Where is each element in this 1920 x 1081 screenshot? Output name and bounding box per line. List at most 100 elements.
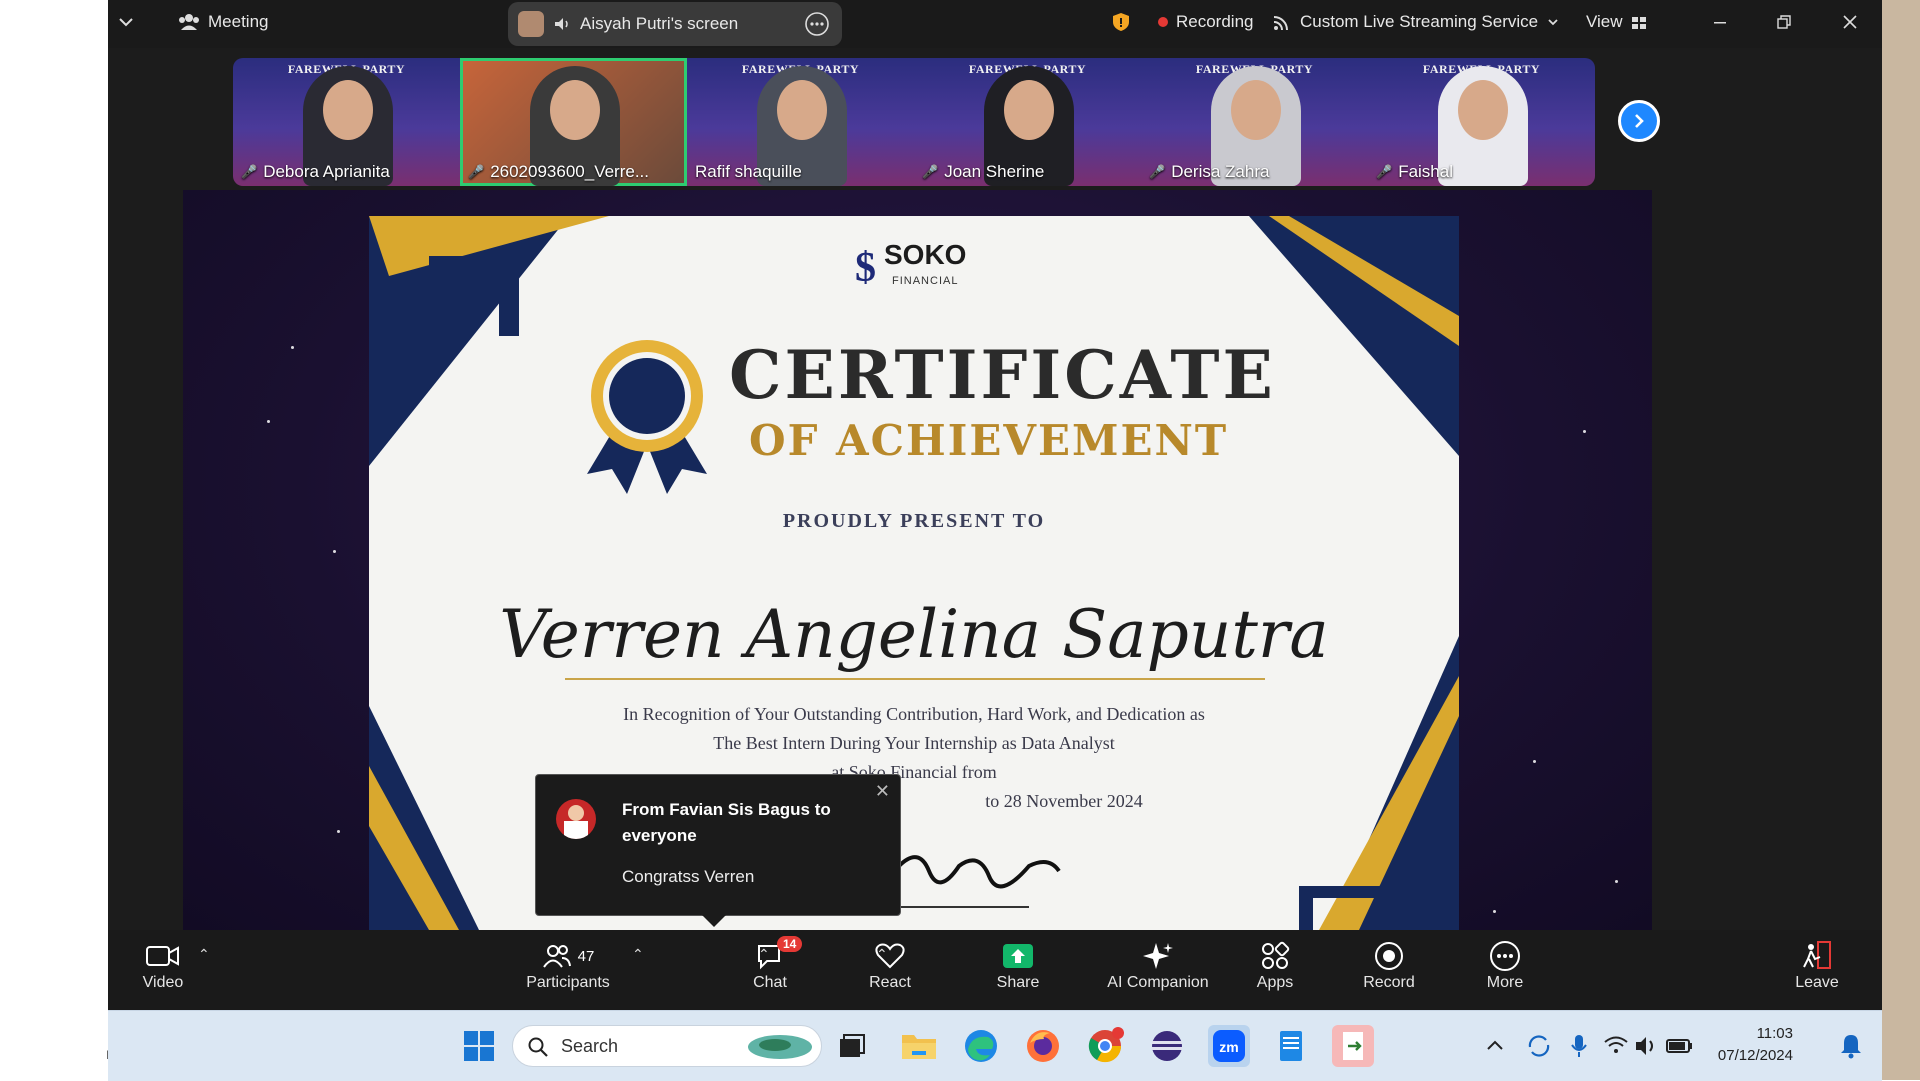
soko-logo-icon: $ bbox=[855, 245, 876, 291]
participant-face bbox=[1004, 80, 1054, 140]
folder-icon bbox=[902, 1035, 936, 1059]
star bbox=[337, 830, 340, 833]
apps-button[interactable]: Apps bbox=[1220, 938, 1330, 1004]
meeting-info-button[interactable]: Meeting bbox=[178, 0, 268, 44]
close-button[interactable] bbox=[1842, 0, 1858, 44]
brand-name: SOKO bbox=[884, 239, 967, 270]
minimize-icon bbox=[1714, 22, 1726, 24]
participant-thumb[interactable]: FAREWELL PARTY 🎤 Debora Aprianita bbox=[233, 58, 460, 186]
meeting-toolbar: Video ⌃ 47 Participants ⌃ 14 Chat ⌃ Reac… bbox=[108, 930, 1882, 1010]
leave-button[interactable]: Leave bbox=[1762, 938, 1872, 1004]
chevron-right-icon bbox=[1635, 114, 1644, 128]
participant-thumb[interactable]: FAREWELL PARTY 🎤 Faishal bbox=[1368, 58, 1595, 186]
live-streaming-indicator[interactable]: Custom Live Streaming Service bbox=[1272, 0, 1560, 44]
award-ribbon-icon bbox=[587, 340, 707, 494]
participants-options-caret[interactable]: ⌃ bbox=[632, 946, 644, 963]
edge-browser-button[interactable] bbox=[960, 1025, 1002, 1067]
shield-icon bbox=[1113, 13, 1129, 31]
chat-button[interactable]: 14 Chat bbox=[715, 936, 825, 1004]
collapse-button[interactable] bbox=[116, 0, 136, 44]
participants-button[interactable]: 47 Participants bbox=[513, 938, 623, 1004]
show-hidden-icons-button[interactable] bbox=[1480, 1025, 1510, 1067]
certificate-subtitle: OF ACHIEVEMENT bbox=[749, 416, 1229, 465]
bell-icon bbox=[1841, 1035, 1861, 1059]
record-label: Record bbox=[1363, 974, 1415, 991]
wifi-tray-button[interactable] bbox=[1602, 1025, 1630, 1067]
close-icon[interactable]: ✕ bbox=[875, 781, 890, 802]
signature bbox=[897, 855, 1061, 889]
next-page-button[interactable] bbox=[1618, 100, 1660, 142]
star bbox=[267, 420, 270, 423]
sync-tray-button[interactable] bbox=[1522, 1025, 1556, 1067]
notepad-button[interactable] bbox=[1270, 1025, 1312, 1067]
share-button[interactable]: Share bbox=[963, 938, 1073, 1004]
participant-name: Rafif shaquille bbox=[695, 162, 802, 181]
restore-button[interactable] bbox=[1776, 0, 1792, 44]
svg-text:zm: zm bbox=[1219, 1039, 1238, 1055]
more-button[interactable]: More bbox=[1450, 938, 1560, 1004]
corner-decoration-top-left bbox=[369, 216, 609, 466]
view-button[interactable]: View bbox=[1586, 0, 1647, 44]
share-label: Share bbox=[996, 974, 1040, 991]
participant-thumb[interactable]: FAREWELL PARTY 🎤 Derisa Zahra bbox=[1141, 58, 1368, 186]
taskbar-search[interactable]: Search bbox=[512, 1025, 822, 1067]
chat-options-caret[interactable]: ⌃ bbox=[758, 946, 770, 963]
mic-muted-icon: 🎤 bbox=[241, 164, 258, 179]
certificate-body: In Recognition of Your Outstanding Contr… bbox=[369, 700, 1459, 816]
react-options-caret[interactable]: ⌃ bbox=[876, 946, 888, 963]
firefox-button[interactable] bbox=[1022, 1025, 1064, 1067]
microphone-tray-button[interactable] bbox=[1564, 1025, 1594, 1067]
start-button[interactable] bbox=[458, 1025, 500, 1067]
chat-notification[interactable]: From Favian Sis Bagus to everyone Congra… bbox=[535, 774, 901, 927]
participant-thumb[interactable]: FAREWELL PARTY Rafif shaquille bbox=[687, 58, 914, 186]
file-explorer-button[interactable] bbox=[898, 1025, 940, 1067]
video-label: Video bbox=[142, 974, 184, 991]
search-label: Search bbox=[561, 1036, 619, 1056]
participants-icon bbox=[542, 945, 571, 968]
react-button[interactable]: React bbox=[835, 938, 945, 1004]
windows-logo-icon bbox=[464, 1031, 494, 1061]
shared-screen-pill[interactable]: Aisyah Putri's screen bbox=[508, 2, 842, 46]
battery-icon bbox=[1666, 1039, 1692, 1053]
export-icon bbox=[1343, 1032, 1363, 1060]
record-button[interactable]: Record bbox=[1334, 938, 1444, 1004]
recording-label: Recording bbox=[1176, 12, 1254, 31]
recording-indicator[interactable]: Recording bbox=[1158, 0, 1254, 44]
notifications-button[interactable] bbox=[1836, 1025, 1866, 1067]
screen-options-button[interactable] bbox=[804, 2, 830, 46]
streaming-label: Custom Live Streaming Service bbox=[1300, 12, 1539, 31]
minimize-button[interactable] bbox=[1712, 0, 1728, 44]
sparkle-icon bbox=[1143, 943, 1173, 969]
zoom-app-button[interactable]: zm bbox=[1208, 1025, 1250, 1067]
task-view-icon bbox=[840, 1034, 865, 1057]
participant-name: Debora Aprianita bbox=[263, 162, 390, 181]
battery-tray-button[interactable] bbox=[1664, 1025, 1694, 1067]
notepad-icon bbox=[1280, 1031, 1302, 1061]
globe-app-icon bbox=[1152, 1031, 1182, 1061]
brand-sub: FINANCIAL bbox=[892, 275, 959, 287]
participant-thumb[interactable]: FAREWELL PARTY 🎤 Joan Sherine bbox=[914, 58, 1141, 186]
ai-companion-button[interactable]: AI Companion bbox=[1093, 938, 1223, 1004]
volume-tray-button[interactable] bbox=[1632, 1025, 1660, 1067]
star bbox=[1615, 880, 1618, 883]
chevron-down-icon bbox=[119, 18, 133, 27]
present-line: PROUDLY PRESENT TO bbox=[782, 510, 1046, 532]
name-underline bbox=[565, 678, 1265, 680]
chevron-up-icon bbox=[1487, 1040, 1503, 1050]
sync-icon bbox=[1528, 1035, 1550, 1057]
star bbox=[1583, 430, 1586, 433]
task-view-button[interactable] bbox=[830, 1025, 872, 1067]
app-globe-button[interactable] bbox=[1146, 1025, 1188, 1067]
participants-icon bbox=[179, 14, 199, 30]
certificate-title: CERTIFICATE bbox=[729, 336, 1276, 414]
participant-thumb-active[interactable]: 🎤 2602093600_Verre... bbox=[460, 58, 687, 186]
security-button[interactable] bbox=[1112, 0, 1130, 44]
taskbar-clock[interactable]: 11:03 07/12/2024 bbox=[1703, 1023, 1793, 1067]
zoom-icon: zm bbox=[1213, 1030, 1245, 1062]
edge-icon bbox=[965, 1030, 997, 1062]
restore-icon bbox=[1777, 15, 1791, 29]
video-options-caret[interactable]: ⌃ bbox=[198, 946, 210, 963]
desktop-right-edge bbox=[1882, 0, 1920, 1080]
chrome-button[interactable] bbox=[1084, 1025, 1126, 1067]
app-export-button[interactable] bbox=[1332, 1025, 1374, 1067]
